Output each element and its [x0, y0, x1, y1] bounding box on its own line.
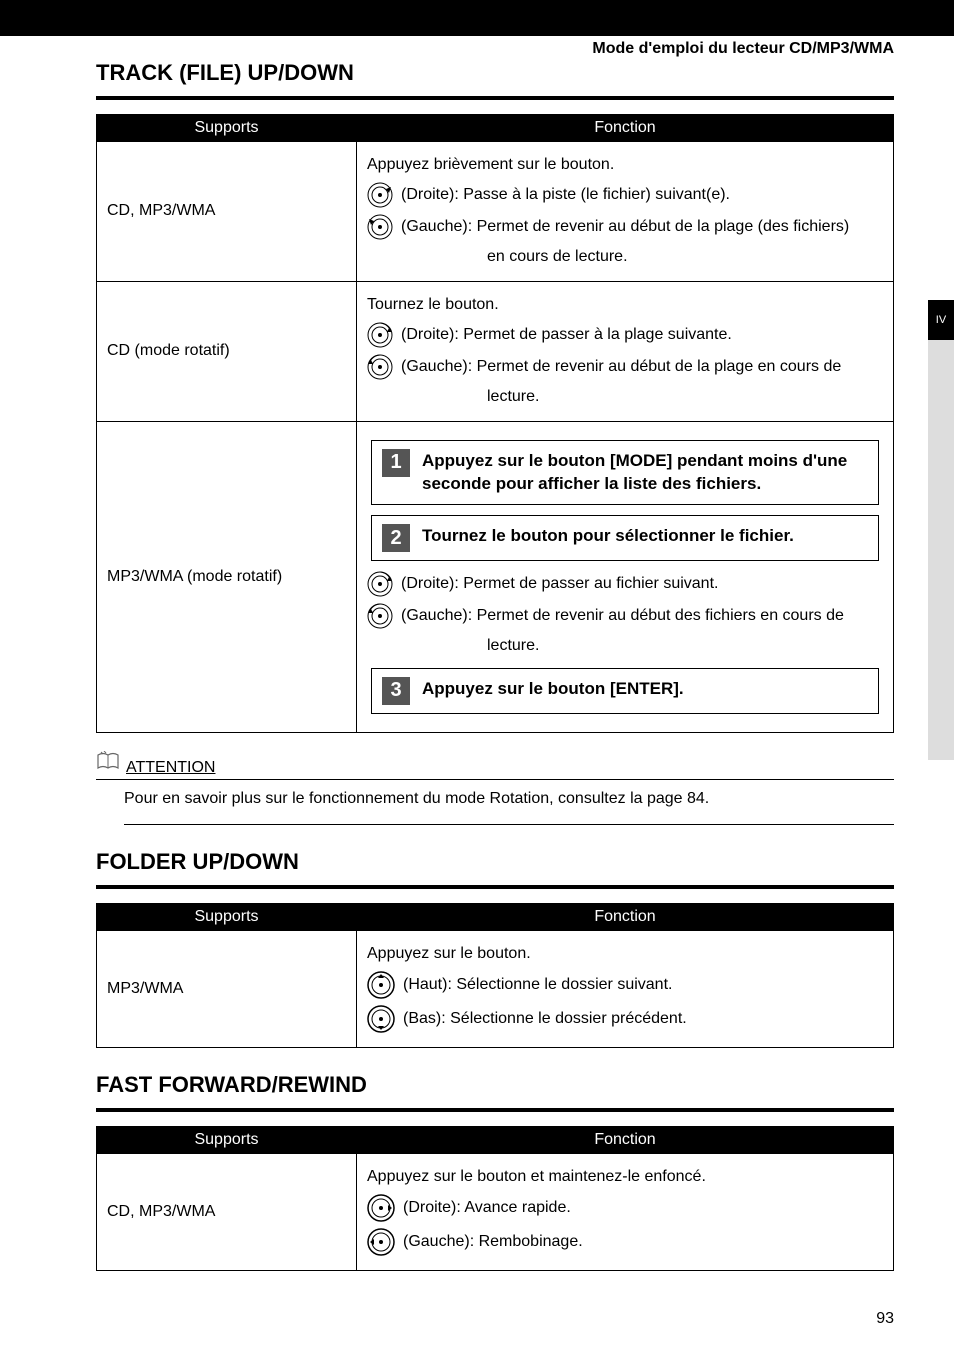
col-fonction: Fonction	[357, 903, 894, 930]
side-tab-grey	[928, 340, 954, 760]
support-cell: CD (mode rotatif)	[97, 281, 357, 421]
table-header-row: Supports Fonction	[97, 903, 894, 930]
fonction-cell: 1 Appuyez sur le bouton [MODE] pendant m…	[357, 421, 894, 732]
fast-rule	[96, 1108, 894, 1112]
left-text-extra: lecture.	[367, 635, 883, 657]
dial-ccw-icon	[367, 354, 393, 380]
fast-table: Supports Fonction CD, MP3/WMA Appuyez su…	[96, 1126, 894, 1271]
track-section-title: TRACK (FILE) UP/DOWN	[96, 60, 894, 86]
left-text: (Gauche): Permet de revenir au début des…	[401, 605, 844, 627]
dial-cw-icon	[367, 571, 393, 597]
book-icon	[96, 751, 120, 777]
step-3-text: Appuyez sur le bouton [ENTER].	[422, 677, 684, 701]
attention-header: ATTENTION	[96, 751, 894, 780]
fonction-cell: Appuyez brièvement sur le bouton. (Droit…	[357, 142, 894, 282]
table-row: CD, MP3/WMA Appuyez sur le bouton et mai…	[97, 1153, 894, 1270]
folder-section-title: FOLDER UP/DOWN	[96, 849, 894, 875]
right-text: (Droite): Passe à la piste (le fichier) …	[401, 184, 730, 206]
fast-section-title: FAST FORWARD/REWIND	[96, 1072, 894, 1098]
track-rule	[96, 96, 894, 100]
col-supports: Supports	[97, 1126, 357, 1153]
side-tab: IV	[928, 300, 954, 340]
dial-left-icon	[367, 214, 393, 240]
right-text: (Droite): Avance rapide.	[403, 1197, 571, 1219]
dial-left-icon	[367, 1228, 395, 1256]
folder-table: Supports Fonction MP3/WMA Appuyez sur le…	[96, 903, 894, 1048]
top-bar	[0, 0, 954, 36]
left-text-extra: en cours de lecture.	[367, 246, 883, 268]
table-row: MP3/WMA Appuyez sur le bouton. (Haut): S…	[97, 930, 894, 1047]
dial-cw-icon	[367, 322, 393, 348]
col-supports: Supports	[97, 115, 357, 142]
step-box-1: 1 Appuyez sur le bouton [MODE] pendant m…	[371, 440, 879, 506]
step-number-1: 1	[382, 449, 410, 477]
dial-ccw-icon	[367, 603, 393, 629]
right-text: (Droite): Permet de passer au fichier su…	[401, 573, 718, 595]
support-cell: CD, MP3/WMA	[97, 1153, 357, 1270]
support-cell: MP3/WMA (mode rotatif)	[97, 421, 357, 732]
left-text-extra: lecture.	[367, 386, 883, 408]
right-text: (Droite): Permet de passer à la plage su…	[401, 324, 732, 346]
step-1-text: Appuyez sur le bouton [MODE] pendant moi…	[422, 449, 868, 497]
dial-right-icon	[367, 1194, 395, 1222]
breadcrumb: Mode d'emploi du lecteur CD/MP3/WMA	[592, 40, 894, 58]
step-box-3: 3 Appuyez sur le bouton [ENTER].	[371, 668, 879, 714]
intro-text: Tournez le bouton.	[367, 294, 883, 316]
attention-label: ATTENTION	[126, 759, 215, 777]
page-number: 93	[876, 1310, 894, 1328]
fonction-cell: Appuyez sur le bouton. (Haut): Sélection…	[357, 930, 894, 1047]
col-supports: Supports	[97, 903, 357, 930]
folder-rule	[96, 885, 894, 889]
left-text: (Gauche): Permet de revenir au début de …	[401, 216, 849, 238]
track-table: Supports Fonction CD, MP3/WMA Appuyez br…	[96, 114, 894, 733]
dial-up-icon	[367, 971, 395, 999]
intro-text: Appuyez brièvement sur le bouton.	[367, 154, 883, 176]
up-text: (Haut): Sélectionne le dossier suivant.	[403, 974, 672, 996]
intro-text: Appuyez sur le bouton.	[367, 943, 883, 965]
attention-body: Pour en savoir plus sur le fonctionnemen…	[124, 790, 894, 825]
left-text: (Gauche): Rembobinage.	[403, 1231, 583, 1253]
step-number-3: 3	[382, 677, 410, 705]
step-2-text: Tournez le bouton pour sélectionner le f…	[422, 524, 794, 548]
table-header-row: Supports Fonction	[97, 115, 894, 142]
step-box-2: 2 Tournez le bouton pour sélectionner le…	[371, 515, 879, 561]
col-fonction: Fonction	[357, 115, 894, 142]
table-row: CD, MP3/WMA Appuyez brièvement sur le bo…	[97, 142, 894, 282]
dial-right-icon	[367, 182, 393, 208]
dial-down-icon	[367, 1005, 395, 1033]
left-text: (Gauche): Permet de revenir au début de …	[401, 356, 841, 378]
intro-text: Appuyez sur le bouton et maintenez-le en…	[367, 1166, 883, 1188]
table-header-row: Supports Fonction	[97, 1126, 894, 1153]
table-row: MP3/WMA (mode rotatif) 1 Appuyez sur le …	[97, 421, 894, 732]
step-number-2: 2	[382, 524, 410, 552]
support-cell: CD, MP3/WMA	[97, 142, 357, 282]
col-fonction: Fonction	[357, 1126, 894, 1153]
down-text: (Bas): Sélectionne le dossier précédent.	[403, 1008, 687, 1030]
table-row: CD (mode rotatif) Tournez le bouton. (Dr…	[97, 281, 894, 421]
support-cell: MP3/WMA	[97, 930, 357, 1047]
fonction-cell: Tournez le bouton. (Droite): Permet de p…	[357, 281, 894, 421]
fonction-cell: Appuyez sur le bouton et maintenez-le en…	[357, 1153, 894, 1270]
